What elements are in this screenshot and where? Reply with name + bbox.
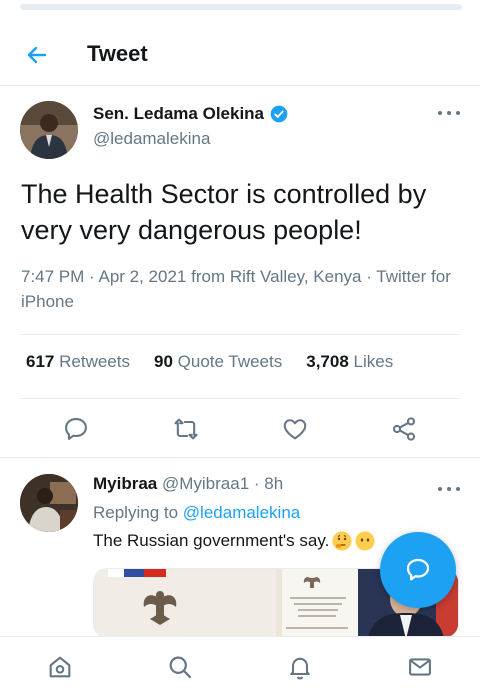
top-strip xyxy=(0,0,480,22)
mail-icon xyxy=(409,658,431,676)
divider xyxy=(20,398,460,399)
likes-stat[interactable]: 3,708 Likes xyxy=(306,352,393,372)
reply-button[interactable] xyxy=(62,415,90,443)
nav-notifications[interactable] xyxy=(286,653,314,681)
compose-icon xyxy=(406,558,430,581)
replying-to-link[interactable]: @ledamalekina xyxy=(183,503,300,522)
no-mouth-face-emoji xyxy=(355,531,375,551)
divider xyxy=(20,334,460,335)
comment-icon xyxy=(65,418,87,440)
media-image-left[interactable] xyxy=(94,569,276,637)
author-name-text: Sen. Ledama Olekina xyxy=(93,104,265,123)
back-button[interactable] xyxy=(22,40,52,70)
more-horizontal-icon xyxy=(438,487,442,491)
reply-avatar[interactable] xyxy=(20,474,78,532)
reply-author-handle[interactable]: @Myibraa1 xyxy=(162,474,249,493)
bottom-nav xyxy=(0,636,480,696)
divider xyxy=(0,457,480,458)
more-horizontal-icon xyxy=(438,111,442,115)
like-button[interactable] xyxy=(281,415,309,443)
tweet-actions xyxy=(0,402,480,456)
author-handle[interactable]: @ledamalekina xyxy=(93,129,210,149)
retweets-stat[interactable]: 617 Retweets xyxy=(26,352,130,372)
header: Tweet xyxy=(0,22,480,86)
home-icon xyxy=(49,656,71,678)
more-options-button[interactable] xyxy=(438,106,460,120)
verified-badge-icon xyxy=(270,105,288,123)
replying-to: Replying to @ledamalekina xyxy=(93,503,301,522)
reply-time: · 8h xyxy=(253,474,284,493)
bell-icon xyxy=(290,657,310,680)
reply-author-name[interactable]: Myibraa xyxy=(93,474,157,493)
tweet-author: Sen. Ledama Olekina @ledamalekina xyxy=(0,88,480,168)
author-name[interactable]: Sen. Ledama Olekina xyxy=(93,104,289,124)
share-button[interactable] xyxy=(390,415,418,443)
tweet-stats: 617 Retweets 90 Quote Tweets 3,708 Likes xyxy=(26,352,417,372)
quote-tweets-stat[interactable]: 90 Quote Tweets xyxy=(154,352,282,372)
tweet-text: The Health Sector is controlled by very … xyxy=(21,179,427,245)
compose-tweet-button[interactable] xyxy=(380,532,456,608)
thinking-face-emoji xyxy=(332,531,352,551)
reply-more-button[interactable] xyxy=(438,482,460,496)
tweet-meta: 7:47 PM · Apr 2, 2021 from Rift Valley, … xyxy=(21,267,451,311)
scroll-edge xyxy=(20,4,462,10)
page-title: Tweet xyxy=(87,41,148,66)
reply-header: Myibraa @Myibraa1 · 8h xyxy=(93,474,283,494)
retweet-icon xyxy=(174,418,198,440)
arrow-left-icon xyxy=(27,46,47,64)
reply-text: The Russian government's say. xyxy=(93,531,375,551)
retweet-button[interactable] xyxy=(172,415,200,443)
search-icon xyxy=(169,656,192,679)
nav-messages[interactable] xyxy=(406,653,434,681)
nav-search[interactable] xyxy=(166,653,194,681)
share-icon xyxy=(392,417,416,441)
heart-icon xyxy=(283,419,307,440)
author-avatar[interactable] xyxy=(20,101,78,159)
nav-home[interactable] xyxy=(46,653,74,681)
